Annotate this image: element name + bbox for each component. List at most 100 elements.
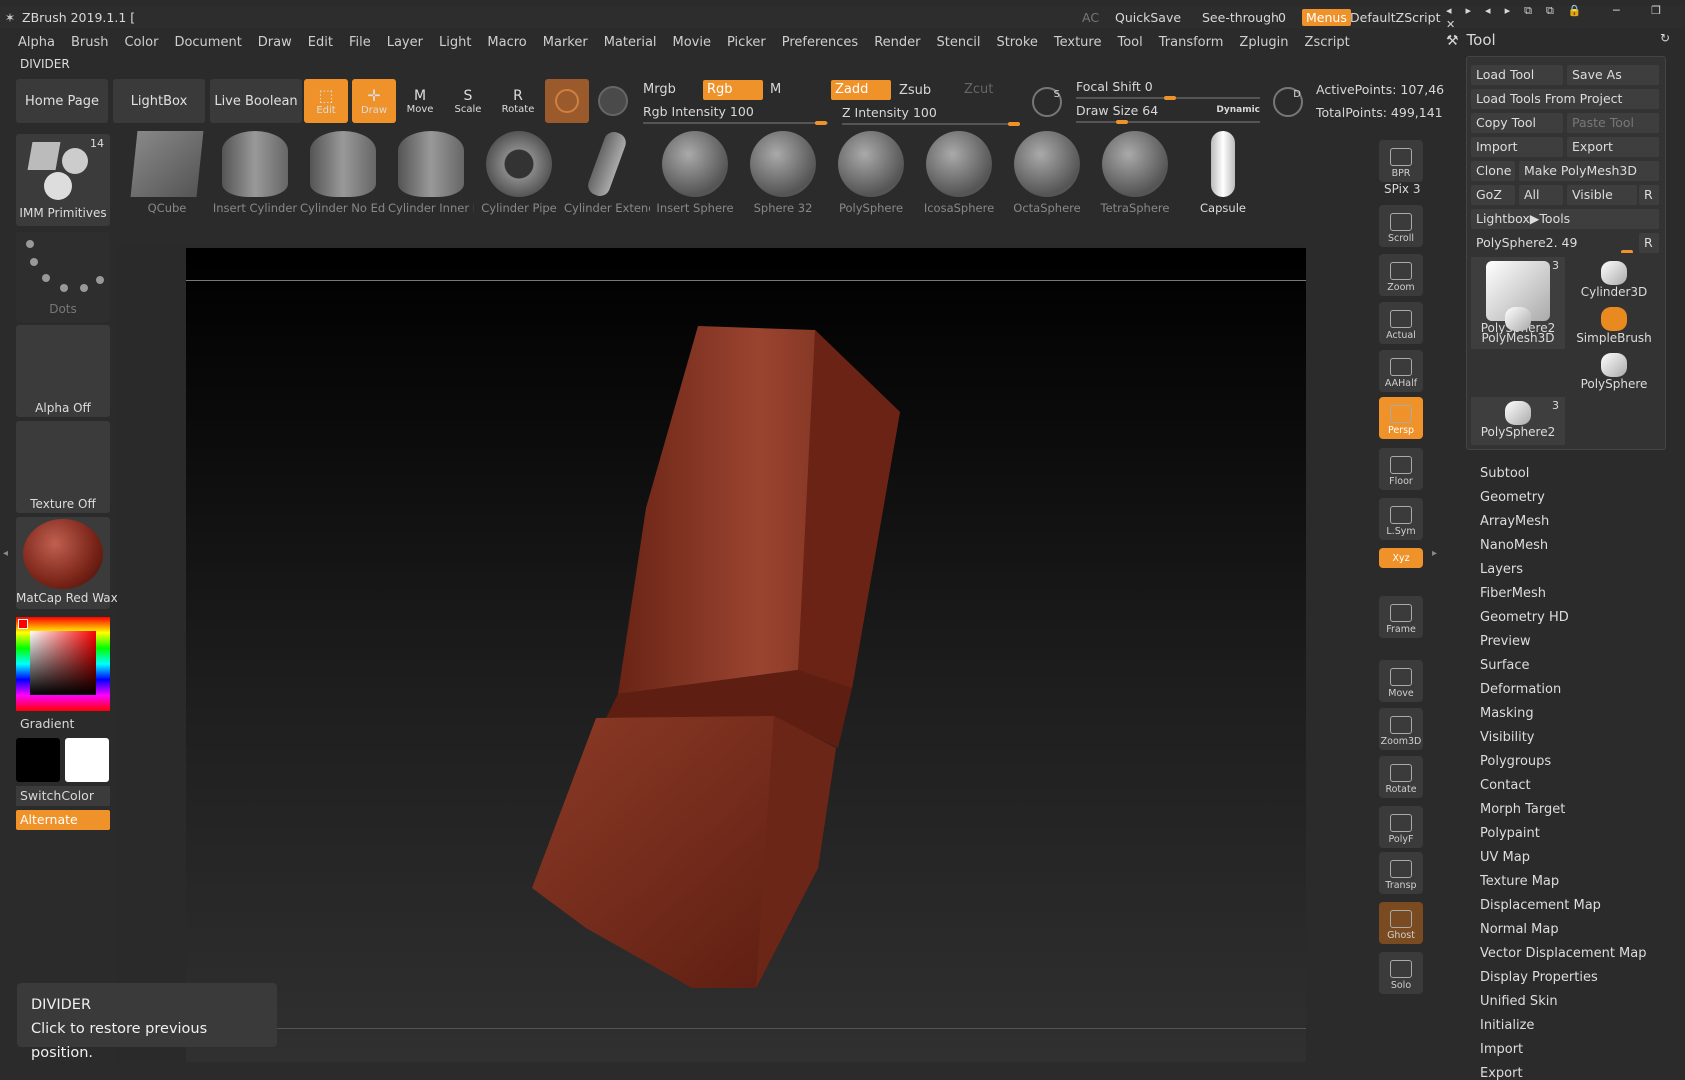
rail-persp-button[interactable]: Persp (1379, 397, 1423, 439)
rail-scroll-button[interactable]: Scroll (1379, 205, 1423, 247)
primitive-cylinder-extend[interactable]: Cylinder Extend (564, 127, 650, 227)
seethrough-label[interactable]: See-through (1202, 10, 1279, 25)
menu-document[interactable]: Document (166, 35, 249, 50)
menu-zscript[interactable]: Zscript (1297, 35, 1358, 50)
primitive-qcube[interactable]: QCube (124, 127, 210, 227)
menu-brush[interactable]: Brush (63, 35, 117, 50)
subpalette-normal-map[interactable]: Normal Map (1480, 918, 1680, 942)
primitive-cylinder-pipe[interactable]: Cylinder Pipe (476, 127, 562, 227)
subpalette-import[interactable]: Import (1480, 1038, 1680, 1062)
subpalette-layers[interactable]: Layers (1480, 558, 1680, 582)
rgb-intensity-slider[interactable]: Rgb Intensity 100 (643, 104, 828, 126)
subpalette-geometry-hd[interactable]: Geometry HD (1480, 606, 1680, 630)
default-zscript-button[interactable]: DefaultZScript (1350, 10, 1441, 25)
subpalette-deformation[interactable]: Deformation (1480, 678, 1680, 702)
goz-r-button[interactable]: R (1639, 185, 1659, 205)
lightbox-button[interactable]: LightBox (113, 79, 205, 123)
all-button[interactable]: All (1519, 185, 1563, 205)
subpalette-nanomesh[interactable]: NanoMesh (1480, 534, 1680, 558)
tool-thumb-simplebrush[interactable]: SimpleBrush (1567, 303, 1661, 351)
import-button[interactable]: Import (1471, 137, 1563, 157)
rail-transp-button[interactable]: Transp (1379, 852, 1423, 894)
rail-polyf-button[interactable]: PolyF (1379, 806, 1423, 848)
menu-preferences[interactable]: Preferences (774, 35, 866, 50)
menu-alpha[interactable]: Alpha (10, 35, 63, 50)
paste-tool-button[interactable]: Paste Tool (1567, 113, 1659, 133)
z-intensity-slider[interactable]: Z Intensity 100 (842, 105, 1020, 127)
current-tool-slider[interactable]: PolySphere2. 49 (1471, 233, 1637, 253)
subpalette-geometry[interactable]: Geometry (1480, 486, 1680, 510)
tool-thumb-polymesh3d[interactable]: PolyMesh3D (1471, 303, 1565, 351)
sculpt-model[interactable] (186, 248, 1306, 1062)
primitive-sphere-32[interactable]: Sphere 32 (740, 127, 826, 227)
copy-tool-button[interactable]: Copy Tool (1471, 113, 1563, 133)
gradient-label[interactable]: Gradient (20, 716, 74, 731)
rail-solo-button[interactable]: Solo (1379, 952, 1423, 994)
tool-thumb-polysphere2[interactable]: PolySphere23 (1471, 397, 1565, 445)
alpha-button[interactable]: Alpha Off (16, 325, 110, 417)
rail-zoom3d-button[interactable]: Zoom3D (1379, 708, 1423, 750)
menu-macro[interactable]: Macro (479, 35, 534, 50)
primitive-insert-sphere[interactable]: Insert Sphere (652, 127, 738, 227)
rotate-button[interactable]: R Rotate (496, 79, 540, 123)
rail-frame-button[interactable]: Frame (1379, 596, 1423, 638)
m-button[interactable]: M (770, 82, 781, 97)
palette-refresh-icon[interactable]: ↻ (1660, 31, 1670, 45)
menu-stencil[interactable]: Stencil (928, 35, 988, 50)
lightbox-tools-button[interactable]: Lightbox▶Tools (1471, 209, 1659, 229)
canvas-area[interactable] (117, 244, 1306, 1062)
imm-primitives-button[interactable]: IMM Primitives 14 (16, 134, 110, 226)
rail-xyz-button[interactable]: Xyz (1379, 548, 1423, 568)
subpalette-uv-map[interactable]: UV Map (1480, 846, 1680, 870)
move-button[interactable]: M Move (398, 79, 442, 123)
subpalette-subtool[interactable]: Subtool (1480, 462, 1680, 486)
rail-ghost-button[interactable]: Ghost (1379, 902, 1423, 944)
tool-palette-title[interactable]: Tool (1467, 31, 1496, 49)
menu-stroke[interactable]: Stroke (988, 35, 1045, 50)
subpalette-display-properties[interactable]: Display Properties (1480, 966, 1680, 990)
subpalette-initialize[interactable]: Initialize (1480, 1014, 1680, 1038)
load-tools-from-project-button[interactable]: Load Tools From Project (1471, 89, 1659, 109)
stroke-dots-button[interactable]: Dots (16, 232, 110, 322)
zsub-button[interactable]: Zsub (899, 83, 931, 98)
subpalette-polypaint[interactable]: Polypaint (1480, 822, 1680, 846)
texture-swatch-button[interactable] (598, 86, 628, 116)
primitive-cylinder-inner-l[interactable]: Cylinder Inner L (388, 127, 474, 227)
rail-l-sym-button[interactable]: L.Sym (1379, 498, 1423, 540)
secondary-color-swatch[interactable] (65, 738, 109, 782)
seethrough-value[interactable]: 0 (1278, 10, 1286, 25)
current-tool-r-button[interactable]: R (1639, 233, 1659, 253)
clone-button[interactable]: Clone (1471, 161, 1515, 181)
alternate-button[interactable]: Alternate (16, 810, 110, 830)
subpalette-polygroups[interactable]: Polygroups (1480, 750, 1680, 774)
subpalette-texture-map[interactable]: Texture Map (1480, 870, 1680, 894)
rgb-button[interactable]: Rgb (703, 80, 763, 100)
rail-aahalf-button[interactable]: AAHalf (1379, 350, 1423, 392)
switchcolor-button[interactable]: SwitchColor (16, 786, 110, 806)
stroke-s-icon[interactable]: S (1032, 87, 1062, 117)
home-page-button[interactable]: Home Page (16, 79, 108, 123)
export-button[interactable]: Export (1567, 137, 1659, 157)
primitive-icosasphere[interactable]: IcosaSphere (916, 127, 1002, 227)
zcut-button[interactable]: Zcut (964, 82, 993, 97)
material-button[interactable]: MatCap Red Wax (16, 517, 118, 609)
menu-texture[interactable]: Texture (1046, 35, 1110, 50)
primitive-capsule[interactable]: Capsule (1180, 127, 1266, 227)
rail-rotate-button[interactable]: Rotate (1379, 756, 1423, 798)
subpalette-export[interactable]: Export (1480, 1062, 1680, 1080)
subpalette-contact[interactable]: Contact (1480, 774, 1680, 798)
visible-button[interactable]: Visible (1567, 185, 1637, 205)
menu-movie[interactable]: Movie (665, 35, 719, 50)
subpalette-visibility[interactable]: Visibility (1480, 726, 1680, 750)
menu-marker[interactable]: Marker (535, 35, 596, 50)
dynamic-toggle[interactable]: Dynamic (1216, 105, 1260, 115)
goz-button[interactable]: GoZ (1471, 185, 1515, 205)
primitive-tetrasphere[interactable]: TetraSphere (1092, 127, 1178, 227)
menus-button[interactable]: Menus (1302, 8, 1351, 26)
spix-slider[interactable]: SPix 3 (1384, 182, 1420, 196)
subpalette-fibermesh[interactable]: FiberMesh (1480, 582, 1680, 606)
document-canvas[interactable] (186, 248, 1306, 1062)
menu-tool[interactable]: Tool (1109, 35, 1150, 50)
rail-zoom-button[interactable]: Zoom (1379, 254, 1423, 296)
focal-shift-slider[interactable]: Focal Shift 0 (1076, 79, 1260, 101)
